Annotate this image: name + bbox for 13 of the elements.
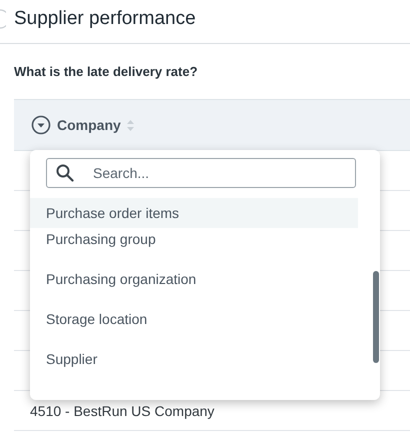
scrollbar[interactable]: [373, 271, 379, 363]
menu-item[interactable]: Purchase order items: [30, 198, 358, 228]
menu-item[interactable]: Supplier: [30, 348, 358, 386]
column-header[interactable]: Company: [57, 117, 121, 133]
sort-icon[interactable]: [126, 120, 134, 130]
question-text: What is the late delivery rate?: [13, 63, 199, 81]
page-title: Supplier performance: [14, 8, 196, 29]
search-field[interactable]: Search...: [46, 158, 356, 188]
dropdown-icon[interactable]: [31, 115, 51, 135]
menu-item[interactable]: Purchasing organization: [30, 268, 358, 308]
table-cell-text: 4510 - BestRun US Company: [29, 402, 214, 418]
menu-item[interactable]: Storage location: [30, 308, 358, 348]
menu-item[interactable]: Purchasing group: [30, 228, 358, 268]
